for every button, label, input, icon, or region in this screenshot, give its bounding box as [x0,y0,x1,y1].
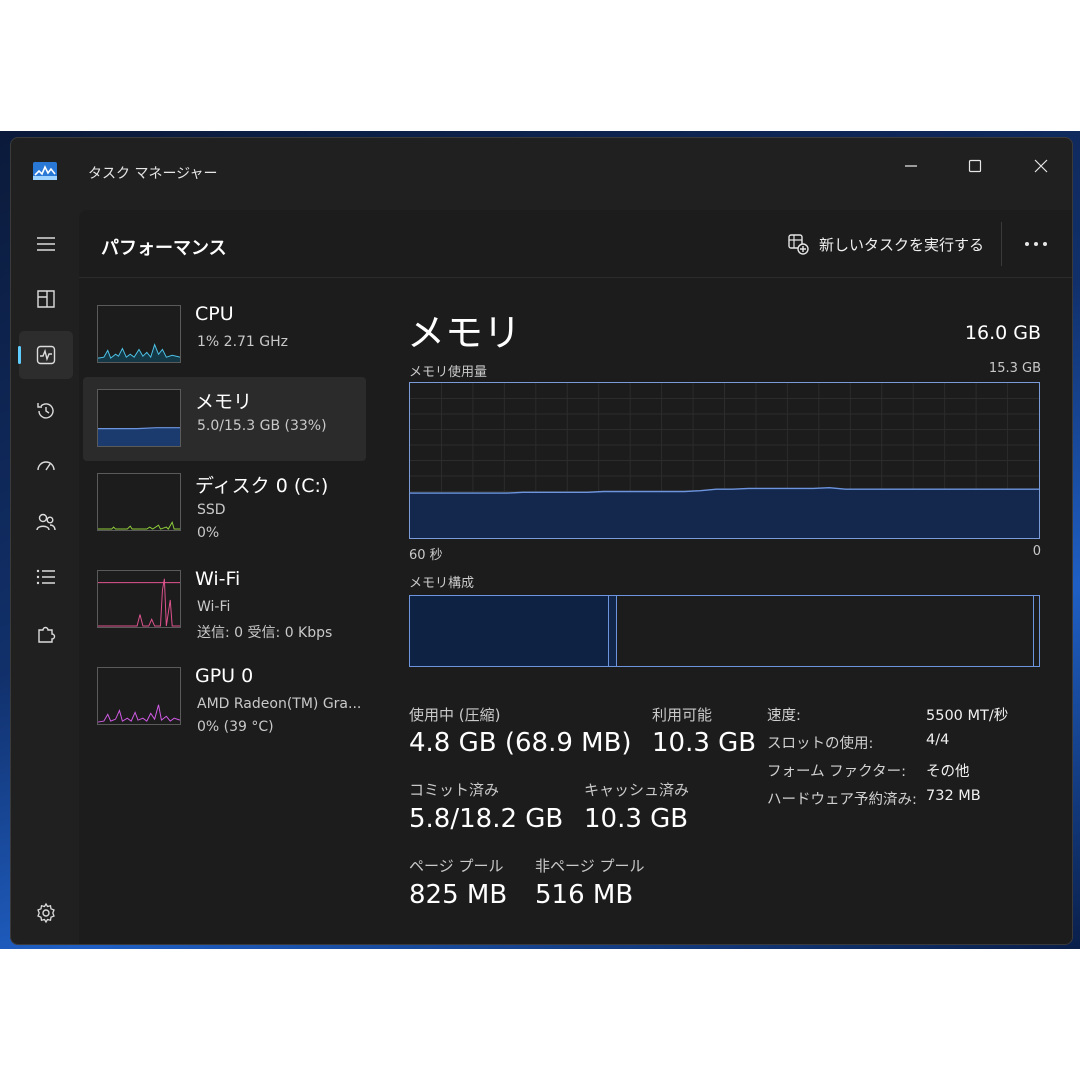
run-new-task-icon [788,234,809,255]
history-icon [37,403,54,419]
performance-icon [36,345,56,365]
available-label: 利用可能 [652,706,713,724]
memory-usage-label: メモリ使用量 [409,365,488,380]
memory-usage-graph [409,382,1040,539]
device-card-cpu[interactable]: CPU 1% 2.71 GHz [83,293,366,377]
composition-free [1034,596,1039,666]
nav-item-performance[interactable] [18,331,73,379]
content-panel: パフォーマンス 新しいタスクを実行する CPU 1% 2.71 GHz メモリ … [79,210,1072,944]
title-bar[interactable]: タスク マネージャー [11,138,1072,210]
in-use-value: 4.8 GB (68.9 MB) [409,728,632,758]
composition-standby [617,596,1034,666]
close-icon [1034,159,1048,173]
memory-composition-label: メモリ構成 [409,576,475,591]
nav-item-processes[interactable] [19,275,73,323]
header-divider [1001,222,1002,266]
composition-in-use [410,596,609,666]
spec-form-factor-value: その他 [926,764,970,780]
page-header: パフォーマンス 新しいタスクを実行する [79,210,1072,278]
paged-pool-value: 825 MB [409,880,508,910]
nav-item-settings[interactable] [19,889,73,937]
gpu-usage-text: 0% (39 °C) [197,719,274,735]
spec-form-factor-key: フォーム ファクター: [767,764,906,780]
gpu-model-text: AMD Radeon(TM) Gra... [197,696,362,712]
wifi-title: Wi-Fi [195,568,241,590]
spec-slots-key: スロットの使用: [767,736,874,752]
nonpaged-pool-value: 516 MB [535,880,634,910]
run-new-task-button[interactable]: 新しいタスクを実行する [787,226,984,262]
minimize-button[interactable] [888,146,934,186]
graph-time-left-label: 60 秒 [409,548,443,563]
device-card-wifi[interactable]: Wi-Fi Wi-Fi 送信: 0 受信: 0 Kbps [83,558,366,642]
cached-label: キャッシュ済み [584,781,690,799]
nav-item-details[interactable] [19,553,73,601]
cpu-usage-text: 1% 2.71 GHz [197,334,289,350]
in-use-label: 使用中 (圧縮) [409,706,501,724]
gpu-title: GPU 0 [195,665,254,687]
disk-type-text: SSD [197,502,226,518]
navigation-rail [11,210,79,944]
memory-usage-max: 15.3 GB [988,361,1041,376]
more-dots-icon [1025,242,1047,246]
spec-speed-key: 速度: [767,708,801,724]
disk-usage-text: 0% [197,525,220,541]
available-value: 10.3 GB [652,728,757,758]
minimize-icon [905,165,917,167]
memory-usage-area [410,487,1039,538]
device-card-gpu[interactable]: GPU 0 AMD Radeon(TM) Gra... 0% (39 °C) [83,655,366,739]
paged-pool-label: ページ プール [409,857,504,875]
wifi-adapter-text: Wi-Fi [197,599,231,615]
device-card-memory[interactable]: メモリ 5.0/15.3 GB (33%) [83,377,366,461]
nonpaged-pool-label: 非ページ プール [535,857,645,875]
memory-detail-title: メモリ [407,311,522,355]
gear-icon [37,902,55,924]
processes-icon [37,290,55,308]
window-title: タスク マネージャー [88,166,218,182]
memory-thumbnail-graph [97,389,181,447]
memory-title: メモリ [195,391,253,413]
wifi-thumbnail-graph [97,570,181,628]
nav-item-app-history[interactable] [19,387,73,435]
nav-menu-button[interactable] [19,220,73,268]
spec-slots-value: 4/4 [926,732,950,748]
maximize-button[interactable] [952,146,998,186]
nav-item-users[interactable] [19,498,73,546]
details-list-icon [36,569,55,585]
gpu-thumbnail-graph [97,667,181,725]
hamburger-icon [37,237,55,251]
nav-item-services[interactable] [19,609,73,657]
cached-value: 10.3 GB [584,804,689,834]
disk-thumbnail-graph [97,473,181,531]
close-button[interactable] [1018,146,1064,186]
wifi-throughput-text: 送信: 0 受信: 0 Kbps [197,625,333,641]
committed-label: コミット済み [409,781,500,799]
spec-hw-reserved-key: ハードウェア予約済み: [767,792,917,808]
users-icon [36,513,56,531]
nav-item-startup-apps[interactable] [19,442,73,490]
memory-composition-bar [409,595,1040,667]
page-title: パフォーマンス [101,238,227,259]
maximize-icon [968,159,982,173]
disk-title: ディスク 0 (C:) [195,475,329,497]
task-manager-window: タスク マネージャー パフォーマンス 新しいタスクを実行する CPU 1% 2.… [10,137,1073,945]
memory-usage-text: 5.0/15.3 GB (33%) [197,418,327,434]
device-card-disk[interactable]: ディスク 0 (C:) SSD 0% [83,461,366,545]
cpu-thumbnail-graph [97,305,181,363]
task-manager-app-icon [33,162,57,180]
memory-total-capacity: 16.0 GB [964,322,1041,344]
graph-time-right-label: 0 [1032,544,1041,559]
spec-hw-reserved-value: 732 MB [926,788,981,804]
startup-speedometer-icon [37,461,55,471]
spec-speed-value: 5500 MT/秒 [926,708,1009,724]
services-puzzle-icon [38,626,56,643]
more-options-button[interactable] [1015,226,1057,262]
cpu-title: CPU [195,303,234,325]
run-new-task-label: 新しいタスクを実行する [819,235,985,254]
composition-modified [609,596,617,666]
committed-value: 5.8/18.2 GB [409,804,564,834]
